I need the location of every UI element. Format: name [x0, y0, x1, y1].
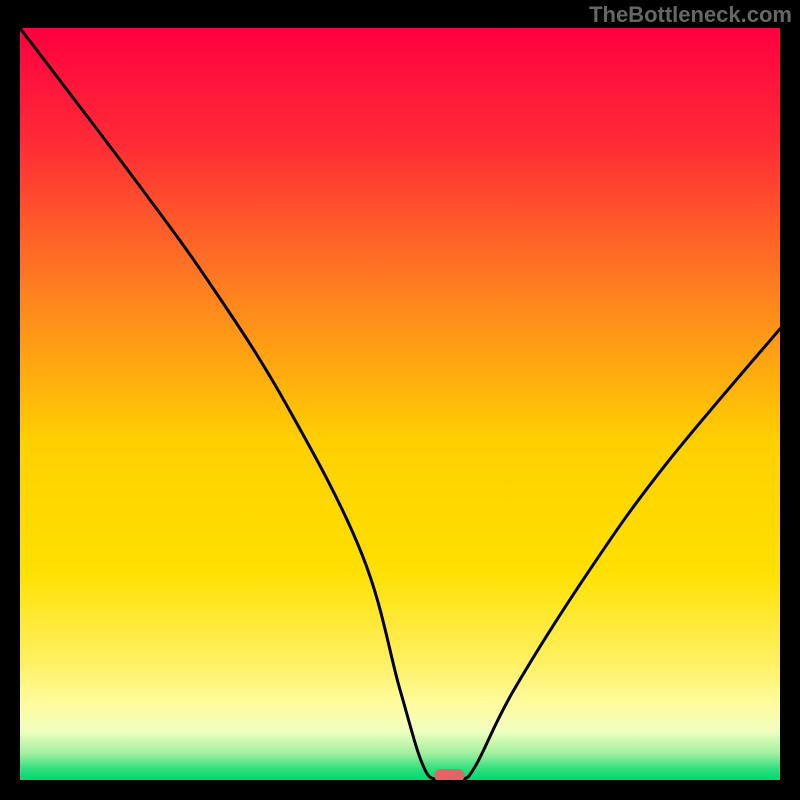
- watermark-text: TheBottleneck.com: [589, 2, 792, 28]
- chart-container: TheBottleneck.com: [0, 0, 800, 800]
- plot-area: [20, 28, 780, 780]
- chart-svg: [20, 28, 780, 780]
- gradient-background: [20, 28, 780, 780]
- optimal-marker: [434, 769, 464, 780]
